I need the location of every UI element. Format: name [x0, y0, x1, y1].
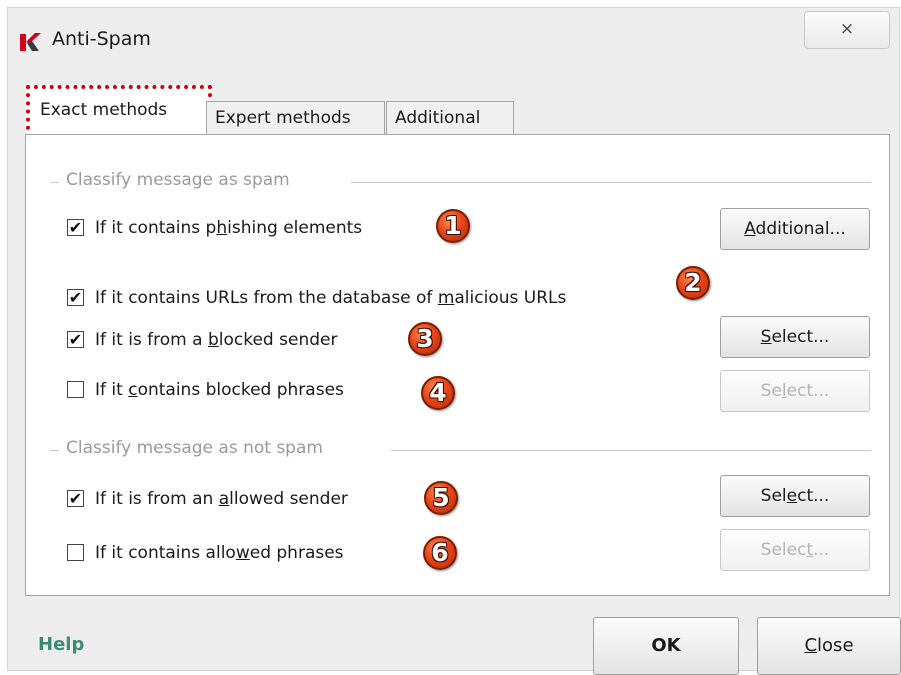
close-button[interactable]: Close — [757, 617, 901, 675]
checkbox-malicious-urls[interactable]: ✔ — [67, 289, 84, 306]
marker-badge-3: 3 — [408, 322, 442, 356]
checkbox-blocked-phrases[interactable] — [67, 381, 84, 398]
marker-badge-4: 4 — [421, 376, 455, 410]
checkmark-icon: ✔ — [68, 489, 83, 508]
tab-panel: Classify message as spam ✔ If it contain… — [25, 134, 890, 596]
select-allowed-phrases-button[interactable]: Select... — [720, 529, 870, 571]
option-label-blocked-sender: If it is from a blocked sender — [95, 330, 338, 350]
option-label-malicious-urls: If it contains URLs from the database of… — [95, 288, 567, 308]
marker-badge-1: 1 — [436, 209, 470, 243]
option-label-phishing: If it contains phishing elements — [95, 218, 363, 238]
select-blocked-senders-button[interactable]: Select... — [720, 316, 870, 358]
tab-expert-methods[interactable]: Expert methods — [206, 101, 385, 135]
checkmark-icon: ✔ — [68, 288, 83, 307]
select-blocked-phrases-button[interactable]: Select... — [720, 370, 870, 412]
group-title-not-spam: Classify message as not spam — [62, 438, 327, 458]
window-title: Anti-Spam — [52, 28, 151, 50]
checkbox-allowed-sender[interactable]: ✔ — [67, 490, 84, 507]
marker-badge-2: 2 — [676, 266, 710, 300]
kaspersky-logo-icon — [20, 33, 41, 51]
checkbox-allowed-phrases[interactable] — [67, 544, 84, 561]
anti-spam-dialog: Anti-Spam × Exact methods Expert methods… — [8, 8, 901, 675]
option-label-blocked-phrases: If it contains blocked phrases — [95, 380, 344, 400]
marker-badge-5: 5 — [424, 481, 458, 515]
option-label-allowed-sender: If it is from an allowed sender — [95, 489, 348, 509]
additional-button[interactable]: Additional... — [720, 208, 870, 250]
title-bar: Anti-Spam × — [8, 8, 899, 62]
checkbox-blocked-sender[interactable]: ✔ — [67, 331, 84, 348]
checkmark-icon: ✔ — [68, 218, 83, 237]
marker-badge-6: 6 — [423, 536, 457, 570]
group-divider — [351, 182, 871, 183]
help-link[interactable]: Help — [38, 634, 84, 655]
group-divider — [50, 450, 59, 451]
tab-additional[interactable]: Additional — [386, 101, 514, 135]
group-divider — [391, 450, 871, 451]
select-allowed-senders-button[interactable]: Select... — [720, 475, 870, 517]
close-window-button[interactable]: × — [804, 11, 890, 49]
tab-exact-methods[interactable]: Exact methods — [26, 85, 212, 138]
ok-button[interactable]: OK — [593, 617, 739, 675]
checkmark-icon: ✔ — [68, 330, 83, 349]
option-label-allowed-phrases: If it contains allowed phrases — [95, 543, 344, 563]
highlight-dotted-frame — [26, 85, 212, 138]
group-divider — [50, 182, 59, 183]
checkbox-phishing[interactable]: ✔ — [67, 219, 84, 236]
group-title-spam: Classify message as spam — [62, 170, 294, 190]
